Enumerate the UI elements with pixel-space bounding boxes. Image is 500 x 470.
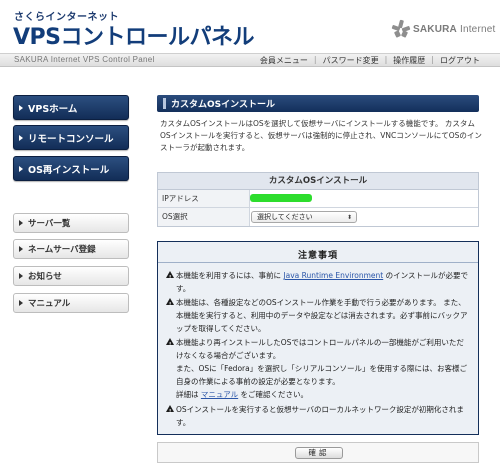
header: さくらインターネット VPSコントロールパネル SAKURA Internet [0,0,500,53]
intro-text: カスタムOSインストールはOSを選択して仮想サーバにインストールする機能です。 … [160,119,482,152]
updown-arrows-icon: ⬍ [346,214,352,221]
java-link[interactable]: Java Runtime Environment [283,271,383,280]
ip-address-redaction [250,194,312,202]
sidebar-item-os-reinstall[interactable]: OS再インストール [13,156,129,181]
sidebar-item-manual[interactable]: マニュアル [13,293,129,313]
table-row-ip: IPアドレス [158,190,478,208]
page-title: カスタムOSインストール [157,95,479,112]
panel-subtitle: SAKURA Internet VPS Control Panel [14,55,155,64]
sakura-logo-text: SAKURA Internet [413,23,496,35]
arrow-right-icon [19,273,23,279]
member-menu-link[interactable]: 会員メニュー [254,55,314,66]
manual-link[interactable]: マニュアル [201,390,238,399]
sidebar-item-remote-console[interactable]: リモートコンソール [13,125,129,150]
brand-title[interactable]: VPSコントロールパネル [13,19,255,51]
confirm-bar: 確認 [157,442,479,463]
arrow-right-icon [19,300,23,306]
arrow-right-icon [19,134,23,141]
sakura-logo-icon [391,19,411,38]
sidebar-item-nameserver[interactable]: ネームサーバ登録 [13,239,129,259]
warning-icon [166,338,174,352]
os-select-label: OS選択 [158,208,250,226]
password-change-link[interactable]: パスワード変更 [317,55,385,66]
ip-address-value [250,190,478,207]
notice-item-network-reset: OSインストールを実行すると仮想サーバのローカルネットワーク設定が初期化されます… [166,403,471,429]
os-select-dropdown[interactable]: 選択してください ⬍ [251,211,357,223]
sidebar-item-label: OS再インストール [28,164,110,176]
account-menu: 会員メニュー | パスワード変更 | 操作履歴 | ログアウト [254,55,486,66]
sidebar-item-label: お知らせ [28,272,62,282]
sidebar-item-label: リモートコンソール [28,133,114,145]
ip-address-label: IPアドレス [158,190,250,207]
header-subbar: SAKURA Internet VPS Control Panel 会員メニュー… [0,53,500,67]
arrow-right-icon [19,246,23,252]
os-install-table: カスタムOSインストール IPアドレス OS選択 選択してください ⬍ [157,172,479,227]
os-select-value: 選択してください [257,213,313,221]
logout-link[interactable]: ログアウト [434,55,486,66]
arrow-right-icon [19,220,23,226]
sidebar-item-server-list[interactable]: サーバ一覧 [13,213,129,233]
notice-title: 注意事項 [297,251,338,261]
sidebar-item-label: VPSホーム [28,103,78,115]
sidebar-item-label: ネームサーバ登録 [28,245,96,255]
notice-item-manual-install: 本機能は、各種設定などのOSインストール作業を手動で行う必要があります。 また、… [166,296,471,335]
sidebar-item-label: サーバ一覧 [28,219,71,229]
confirm-button[interactable]: 確認 [295,447,343,459]
table-header: カスタムOSインストール [158,173,478,190]
warning-icon [166,271,174,285]
os-select-cell: 選択してください ⬍ [250,208,478,226]
table-row-os: OS選択 選択してください ⬍ [158,208,478,226]
sidebar-item-label: マニュアル [28,299,71,309]
notice-item-java: 本機能を利用するには、事前に Java Runtime Environment … [166,269,471,295]
warning-icon [166,405,174,419]
sakura-logo[interactable]: SAKURA Internet [391,19,496,38]
notice-box: 注意事項 本機能を利用するには、事前に Java Runtime Environ… [157,241,479,435]
arrow-right-icon [19,165,23,172]
notice-item-limitations: 本機能より再インストールしたOSではコントロールパネルの一部機能がご利用いただけ… [166,336,471,401]
operation-history-link[interactable]: 操作履歴 [387,55,431,66]
warning-icon [166,298,174,312]
sidebar-item-vps-home[interactable]: VPSホーム [13,95,129,120]
sidebar-item-news[interactable]: お知らせ [13,266,129,286]
notice-divider [158,262,478,263]
arrow-right-icon [19,104,23,111]
